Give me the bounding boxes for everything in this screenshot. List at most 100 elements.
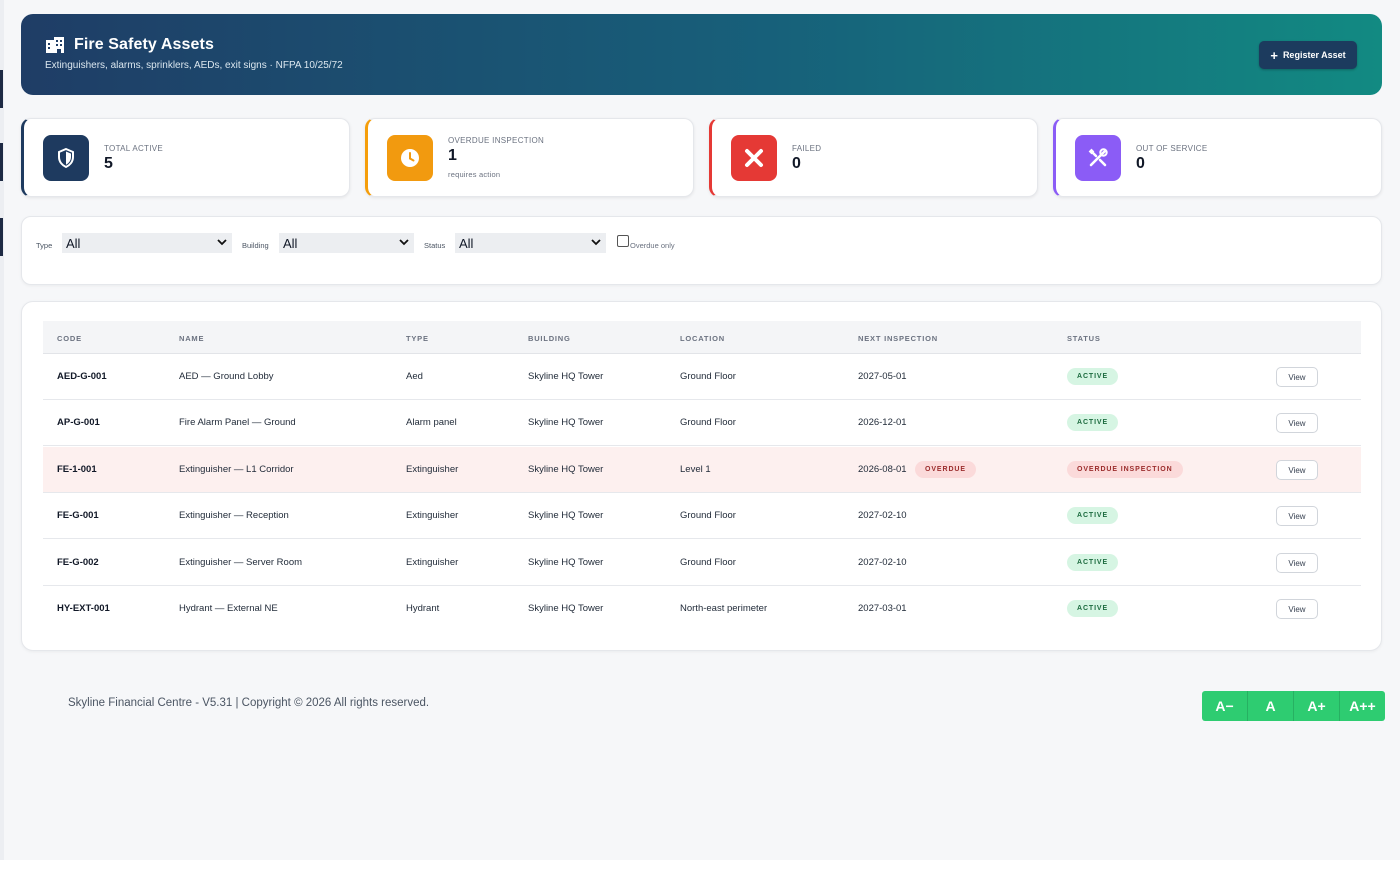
tools-icon — [1075, 135, 1121, 181]
font-reset-button[interactable]: A — [1248, 691, 1294, 721]
overdue-only-checkbox[interactable] — [617, 235, 629, 247]
stat-label: TOTAL ACTIVE — [104, 144, 164, 153]
cell-next-inspection: 2027-05-01 — [858, 371, 907, 382]
view-button[interactable]: View — [1276, 367, 1318, 387]
cell-type: Extinguisher — [406, 464, 459, 475]
table-row: HY-EXT-001 Hydrant — External NE Hydrant… — [43, 586, 1361, 632]
column-header-code: CODE — [57, 334, 82, 343]
cell-location: North-east perimeter — [680, 603, 768, 614]
cell-code: FE-G-001 — [57, 510, 99, 521]
cell-location: Ground Floor — [680, 510, 736, 521]
cell-name: AED — Ground Lobby — [179, 371, 274, 382]
overdue-only-label: Overdue only — [630, 241, 675, 250]
cell-code: AED-G-001 — [57, 371, 107, 382]
font-decrease-button[interactable]: A− — [1202, 691, 1248, 721]
rail-marker — [0, 143, 3, 181]
status-badge: ACTIVE — [1067, 368, 1119, 385]
clock-icon — [387, 135, 433, 181]
cell-building: Skyline HQ Tower — [528, 371, 604, 382]
status-badge: ACTIVE — [1067, 414, 1119, 431]
stat-card-overdue-inspection: OVERDUE INSPECTION 1 requires action — [365, 118, 694, 197]
building-select[interactable]: All — [279, 233, 414, 253]
font-increase-button[interactable]: A+ — [1294, 691, 1340, 721]
stat-label: FAILED — [792, 144, 822, 153]
view-button[interactable]: View — [1276, 413, 1318, 433]
building-select-value: All — [283, 235, 298, 251]
column-header-type: TYPE — [406, 334, 429, 343]
cell-code: AP-G-001 — [57, 417, 100, 428]
cell-name: Extinguisher — Server Room — [179, 557, 303, 568]
status-select-value: All — [459, 235, 474, 251]
bottom-strip — [0, 860, 1400, 880]
view-button[interactable]: View — [1276, 506, 1318, 526]
left-rail — [0, 0, 4, 860]
cell-location: Level 1 — [680, 464, 711, 475]
cell-next-inspection: 2027-02-10 — [858, 510, 907, 521]
cell-building: Skyline HQ Tower — [528, 557, 604, 568]
table-row: AP-G-001 Fire Alarm Panel — Ground Alarm… — [43, 400, 1361, 446]
cell-next-inspection: 2027-02-10 — [858, 557, 907, 568]
register-asset-label: Register Asset — [1282, 50, 1346, 60]
chevron-down-icon — [591, 239, 601, 246]
status-select[interactable]: All — [455, 233, 606, 253]
assets-table: CODE NAME TYPE BUILDING LOCATION NEXT IN… — [21, 301, 1382, 651]
rail-marker — [0, 70, 3, 108]
view-button[interactable]: View — [1276, 553, 1318, 573]
cell-building: Skyline HQ Tower — [528, 510, 604, 521]
table-header: CODE NAME TYPE BUILDING LOCATION NEXT IN… — [43, 321, 1361, 354]
column-header-building: BUILDING — [528, 334, 571, 343]
view-button[interactable]: View — [1276, 599, 1318, 619]
status-badge: ACTIVE — [1067, 507, 1119, 524]
column-header-location: LOCATION — [680, 334, 726, 343]
cell-name: Extinguisher — Reception — [179, 510, 289, 521]
stat-value: 0 — [792, 155, 801, 172]
cell-name: Fire Alarm Panel — Ground — [179, 417, 296, 428]
building-filter-label: Building — [242, 241, 269, 250]
column-header-status: STATUS — [1067, 334, 1101, 343]
stat-label: OVERDUE INSPECTION — [448, 136, 545, 145]
type-select-value: All — [66, 235, 81, 251]
stat-value: 1 — [448, 147, 457, 164]
type-select[interactable]: All — [62, 233, 232, 253]
cell-location: Ground Floor — [680, 417, 736, 428]
view-button[interactable]: View — [1276, 460, 1318, 480]
chevron-down-icon — [217, 239, 227, 246]
table-row: FE-1-001 Extinguisher — L1 Corridor Exti… — [43, 447, 1361, 493]
status-badge: ACTIVE — [1067, 554, 1119, 571]
footer-copyright: Skyline Financial Centre - V5.31 | Copyr… — [68, 697, 430, 709]
font-increase-more-button[interactable]: A++ — [1340, 691, 1385, 721]
cell-building: Skyline HQ Tower — [528, 417, 604, 428]
rail-marker — [0, 218, 3, 256]
page-subtitle: Extinguishers, alarms, sprinklers, AEDs,… — [45, 60, 343, 71]
cell-code: HY-EXT-001 — [57, 603, 110, 614]
page-header: Fire Safety Assets Extinguishers, alarms… — [21, 14, 1382, 95]
column-header-name: NAME — [179, 334, 205, 343]
cell-type: Aed — [406, 371, 423, 382]
table-row: AED-G-001 AED — Ground Lobby Aed Skyline… — [43, 354, 1361, 400]
cell-type: Hydrant — [406, 603, 440, 614]
status-filter-label: Status — [424, 241, 446, 250]
cell-building: Skyline HQ Tower — [528, 603, 604, 614]
stat-card-out-of-service: OUT OF SERVICE 0 — [1053, 118, 1382, 197]
page-title: Fire Safety Assets — [74, 36, 214, 53]
stat-note: requires action — [448, 170, 501, 179]
stat-label: OUT OF SERVICE — [1136, 144, 1208, 153]
cell-type: Extinguisher — [406, 510, 459, 521]
x-icon — [731, 135, 777, 181]
filter-bar: Type All Building All Status All Overdue… — [21, 216, 1382, 285]
cell-next-inspection: 2026-12-01 — [858, 417, 907, 428]
cell-type: Extinguisher — [406, 557, 459, 568]
register-asset-button[interactable]: + Register Asset — [1259, 41, 1357, 69]
building-icon — [45, 37, 65, 53]
stat-card-failed: FAILED 0 — [709, 118, 1038, 197]
cell-next-inspection: 2026-08-01 — [858, 464, 907, 475]
stat-card-total-active: TOTAL ACTIVE 5 — [21, 118, 350, 197]
cell-type: Alarm panel — [406, 417, 457, 428]
cell-code: FE-G-002 — [57, 557, 99, 568]
column-header-next-inspection: NEXT INSPECTION — [858, 334, 938, 343]
cell-name: Extinguisher — L1 Corridor — [179, 464, 294, 475]
cell-code: FE-1-001 — [57, 464, 97, 475]
table-row: FE-G-001 Extinguisher — Reception Exting… — [43, 493, 1361, 539]
overdue-badge: OVERDUE — [915, 461, 976, 478]
cell-location: Ground Floor — [680, 371, 736, 382]
